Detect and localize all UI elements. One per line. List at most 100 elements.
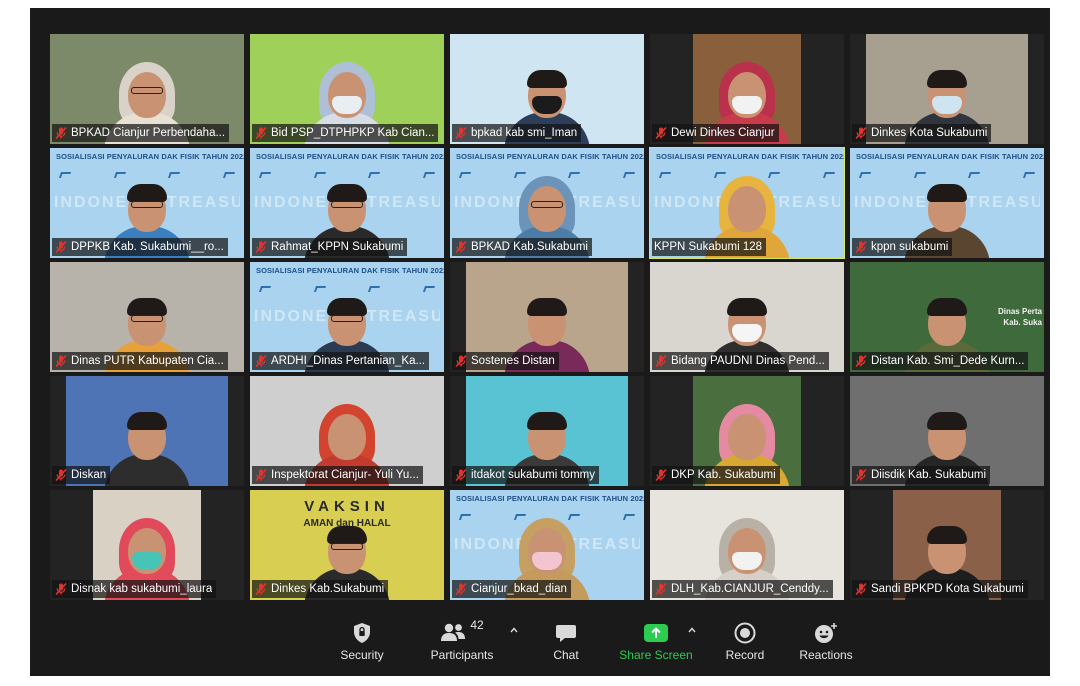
participant-tile[interactable]: bpkad kab smi_Iman — [450, 34, 644, 144]
mic-muted-icon — [454, 354, 468, 368]
treasury-logo-icon — [458, 514, 472, 520]
participant-tile[interactable]: SOSIALISASI PENYALURAN DAK FISIK TAHUN 2… — [450, 148, 644, 258]
participant-name: DKP Kab. Sukabumi — [671, 469, 776, 481]
share-screen-button[interactable]: Share Screen — [616, 620, 696, 670]
mic-muted-icon — [254, 468, 268, 482]
share-screen-options-chevron-up-icon[interactable] — [686, 624, 698, 636]
mic-muted-icon — [54, 126, 68, 140]
chat-label: Chat — [553, 648, 579, 662]
treasury-logo-icon — [222, 172, 236, 178]
mic-muted-icon — [254, 126, 268, 140]
mic-muted-icon — [854, 354, 868, 368]
participant-tile[interactable]: itdakot sukabumi tommy — [450, 376, 644, 486]
participant-figure — [102, 394, 192, 486]
participant-tile[interactable]: Bidang PAUDNI Dinas Pend... — [650, 262, 844, 372]
treasury-logo-icon — [1022, 172, 1036, 178]
participant-name-label: Rahmat_KPPN Sukabumi — [252, 238, 408, 256]
mic-muted-icon — [254, 582, 268, 596]
participant-name: Bid PSP_DTPHPKP Kab Cian... — [271, 127, 435, 139]
meeting-toolbar: Security 42 Participants Chat Share Scre… — [30, 610, 1050, 676]
participant-name-label: Bid PSP_DTPHPKP Kab Cian... — [252, 124, 439, 142]
participant-name: KPPN Sukabumi 128 — [654, 241, 763, 253]
participant-name: Bidang PAUDNI Dinas Pend... — [671, 355, 825, 367]
treasury-logo-icon — [622, 514, 636, 520]
participant-tile[interactable]: Dewi Dinkes Cianjur — [650, 34, 844, 144]
record-button[interactable]: Record — [720, 620, 770, 670]
participant-name: Dinkes Kota Sukabumi — [871, 127, 988, 139]
virtual-background-banner: SOSIALISASI PENYALURAN DAK FISIK TAHUN 2… — [656, 152, 844, 161]
participant-name-label: bpkad kab smi_Iman — [452, 124, 582, 142]
participant-tile[interactable]: DLH_Kab.CIANJUR_Cenddy... — [650, 490, 844, 600]
participant-tile[interactable]: SOSIALISASI PENYALURAN DAK FISIK TAHUN 2… — [250, 148, 444, 258]
participant-tile[interactable]: SOSIALISASI PENYALURAN DAK FISIK TAHUN 2… — [250, 262, 444, 372]
virtual-background-banner: SOSIALISASI PENYALURAN DAK FISIK TAHUN 2… — [256, 266, 444, 275]
mic-muted-icon — [854, 582, 868, 596]
participant-name-label: Inspektorat Cianjur- Yuli Yu... — [252, 466, 423, 484]
virtual-background-banner: SOSIALISASI PENYALURAN DAK FISIK TAHUN 2… — [256, 152, 444, 161]
participant-tile[interactable]: Bid PSP_DTPHPKP Kab Cian... — [250, 34, 444, 144]
mic-muted-icon — [454, 240, 468, 254]
participant-tile[interactable]: Dinas PUTR Kabupaten Cia... — [50, 262, 244, 372]
participant-tile[interactable]: Inspektorat Cianjur- Yuli Yu... — [250, 376, 444, 486]
mic-muted-icon — [54, 240, 68, 254]
mic-muted-icon — [54, 582, 68, 596]
participant-tile[interactable]: SOSIALISASI PENYALURAN DAK FISIK TAHUN 2… — [450, 490, 644, 600]
chat-icon — [555, 620, 577, 646]
participant-name-label: Disnak kab sukabumi_laura — [52, 580, 217, 598]
participant-name: ARDHI_Dinas Pertanian_Ka... — [271, 355, 426, 367]
treasury-logo-icon — [458, 172, 472, 178]
participant-tile[interactable]: VAKSIN AMAN dan HALAL Dinkes Kab.Sukabumi — [250, 490, 444, 600]
participant-name-label: Dinas PUTR Kabupaten Cia... — [52, 352, 228, 370]
treasury-logo-icon — [822, 172, 836, 178]
virtual-background-banner: SOSIALISASI PENYALURAN DAK FISIK TAHUN 2… — [456, 494, 644, 503]
participant-tile[interactable]: Disnak kab sukabumi_laura — [50, 490, 244, 600]
participant-name-label: Diisdik Kab. Sukabumi — [852, 466, 991, 484]
participant-name: bpkad kab smi_Iman — [471, 127, 578, 139]
participant-name: Diskan — [71, 469, 107, 481]
mic-muted-icon — [454, 582, 468, 596]
treasury-logo-icon — [858, 172, 872, 178]
participant-tile[interactable]: Sostenes Distan — [450, 262, 644, 372]
participant-name: BPKAD Kab.Sukabumi — [471, 241, 588, 253]
mic-muted-icon — [854, 468, 868, 482]
share-screen-icon — [643, 620, 669, 646]
mic-muted-icon — [854, 240, 868, 254]
participant-tile[interactable]: Dinkes Kota Sukabumi — [850, 34, 1044, 144]
participant-tile[interactable]: SOSIALISASI PENYALURAN DAK FISIK TAHUN 2… — [649, 147, 845, 259]
shield-icon — [352, 620, 372, 646]
participant-tile[interactable]: DKP Kab. Sukabumi — [650, 376, 844, 486]
reactions-button[interactable]: Reactions — [796, 620, 856, 670]
participant-name-label: itdakot sukabumi tommy — [452, 466, 599, 484]
participant-name: Inspektorat Cianjur- Yuli Yu... — [271, 469, 419, 481]
virtual-background-banner: SOSIALISASI PENYALURAN DAK FISIK TAHUN 2… — [456, 152, 644, 161]
participant-tile[interactable]: Dinas Perta Kab. Suka Distan Kab. Smi_Ded… — [850, 262, 1044, 372]
participant-name-label: Bidang PAUDNI Dinas Pend... — [652, 352, 829, 370]
participant-tile[interactable]: BPKAD Cianjur Perbendaha... — [50, 34, 244, 144]
participant-name-label: Diskan — [52, 466, 111, 484]
participants-button[interactable]: 42 Participants — [426, 618, 498, 670]
participant-name: DLH_Kab.CIANJUR_Cenddy... — [671, 583, 829, 595]
treasury-logo-icon — [422, 172, 436, 178]
participant-tile[interactable]: Sandi BPKPD Kota Sukabumi — [850, 490, 1044, 600]
participant-tile[interactable]: SOSIALISASI PENYALURAN DAK FISIK TAHUN 2… — [50, 148, 244, 258]
participant-tile[interactable]: SOSIALISASI PENYALURAN DAK FISIK TAHUN 2… — [850, 148, 1044, 258]
security-button[interactable]: Security — [332, 620, 392, 670]
participants-options-chevron-up-icon[interactable] — [508, 624, 520, 636]
participant-name-label: ARDHI_Dinas Pertanian_Ka... — [252, 352, 430, 370]
participant-name: Disnak kab sukabumi_laura — [71, 583, 213, 595]
participant-tile[interactable]: Diisdik Kab. Sukabumi — [850, 376, 1044, 486]
mic-muted-icon — [454, 468, 468, 482]
mic-muted-icon — [254, 240, 268, 254]
participants-count: 42 — [470, 618, 484, 632]
virtual-background-banner: SOSIALISASI PENYALURAN DAK FISIK TAHUN 2… — [56, 152, 244, 161]
chat-button[interactable]: Chat — [546, 620, 586, 670]
participant-name: itdakot sukabumi tommy — [471, 469, 595, 481]
participant-name: DPPKB Kab. Sukabumi__ro... — [71, 241, 224, 253]
participant-name: Dinas PUTR Kabupaten Cia... — [71, 355, 224, 367]
participant-name-label: KPPN Sukabumi 128 — [652, 238, 767, 256]
participant-tile[interactable]: Diskan — [50, 376, 244, 486]
participant-name-label: kppn sukabumi — [852, 238, 953, 256]
treasury-logo-icon — [658, 172, 672, 178]
participant-name-label: Cianjur_bkad_dian — [452, 580, 571, 598]
participant-name: BPKAD Cianjur Perbendaha... — [71, 127, 226, 139]
